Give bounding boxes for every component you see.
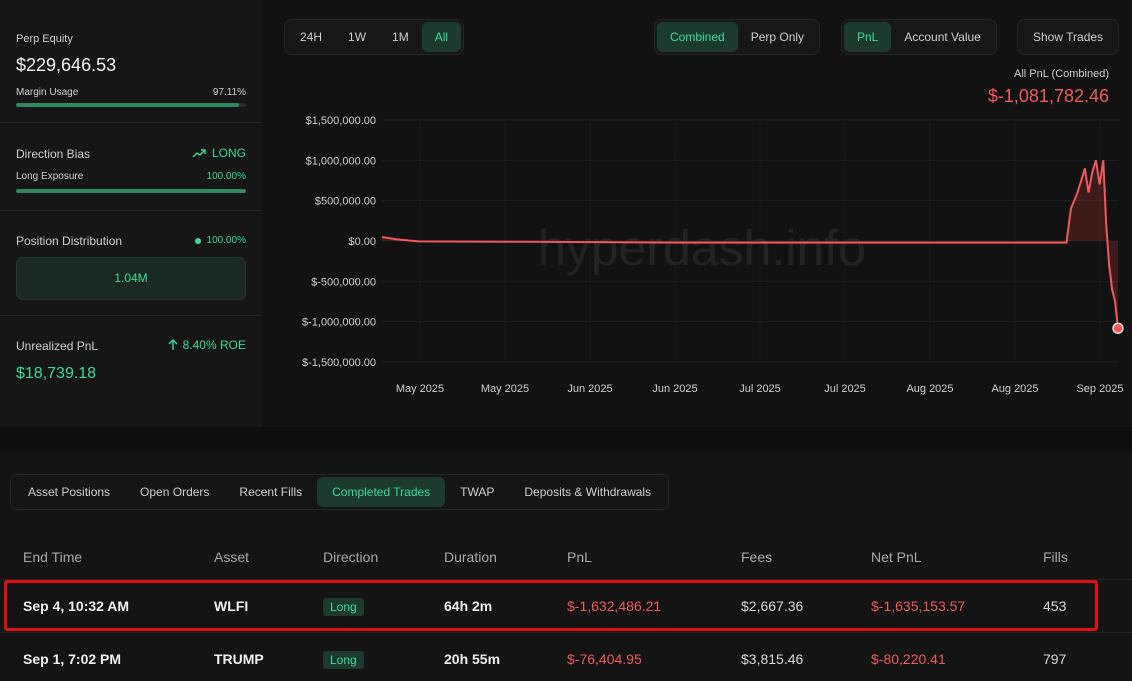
perp-equity-value: $229,646.53 xyxy=(16,55,117,75)
arrow-up-icon xyxy=(168,339,178,350)
tab-open-orders[interactable]: Open Orders xyxy=(125,477,224,507)
unrealized-roe-indicator: 8.40% ROE xyxy=(168,338,246,352)
timeframe-1m-button[interactable]: 1M xyxy=(379,22,422,52)
cell-fees: $3,815.46 xyxy=(741,651,804,667)
pnl-button[interactable]: PnL xyxy=(844,22,892,52)
long-exposure-bar xyxy=(16,189,246,193)
x-tick-label: Jul 2025 xyxy=(824,383,866,395)
header-net-pnl[interactable]: Net PnL xyxy=(871,549,922,565)
tab-twap[interactable]: TWAP xyxy=(445,477,509,507)
x-tick-label: Jun 2025 xyxy=(567,383,612,395)
green-dot-icon xyxy=(194,237,201,244)
header-duration[interactable]: Duration xyxy=(444,549,497,565)
y-tick-label: $1,000,000.00 xyxy=(306,155,376,167)
account-value-button[interactable]: Account Value xyxy=(891,22,994,52)
metric-toggle: PnL Account Value xyxy=(841,19,997,55)
header-asset[interactable]: Asset xyxy=(214,549,249,565)
unrealized-roe-value: 8.40% ROE xyxy=(182,338,246,352)
trending-up-icon xyxy=(192,149,206,158)
pnl-chart[interactable]: $1,500,000.00 $1,000,000.00 $500,000.00 $0.… xyxy=(262,100,1132,410)
tab-recent-fills[interactable]: Recent Fills xyxy=(224,477,317,507)
row-divider xyxy=(0,632,1132,633)
cell-duration: 20h 55m xyxy=(444,651,501,667)
position-distribution-bar[interactable]: 1.04M xyxy=(16,257,246,300)
position-distribution-label: Position Distribution xyxy=(16,234,123,248)
tab-deposits-withdrawals[interactable]: Deposits & Withdrawals xyxy=(509,477,666,507)
table-row[interactable]: Sep 1, 7:02 PM TRUMP Long 20h 55m $-76,4… xyxy=(0,634,1132,681)
pnl-end-point xyxy=(1112,322,1124,334)
tab-completed-trades[interactable]: Completed Trades xyxy=(317,477,446,507)
y-tick-label: $-1,000,000.00 xyxy=(302,317,376,329)
direction-bias-indicator: LONG xyxy=(192,146,246,160)
unrealized-pnl-card: Unrealized PnL 8.40% ROE $18,739.18 xyxy=(0,316,262,427)
position-distribution-card: Position Distribution 100.00% 1.04M xyxy=(0,211,262,316)
header-direction[interactable]: Direction xyxy=(323,549,378,565)
show-trades-toggle: Show Trades xyxy=(1017,19,1120,55)
timeframe-all-button[interactable]: All xyxy=(421,22,462,52)
header-fills[interactable]: Fills xyxy=(1043,549,1068,565)
account-summary-panel: Perp Equity $229,646.53 Margin Usage 97.… xyxy=(0,0,262,427)
combined-button[interactable]: Combined xyxy=(657,22,738,52)
margin-usage-bar xyxy=(16,103,246,107)
cell-direction: Long xyxy=(323,634,364,681)
highlight-box xyxy=(4,580,1098,631)
show-trades-button[interactable]: Show Trades xyxy=(1020,22,1116,52)
cell-fills: 797 xyxy=(1043,651,1067,667)
chart-header-label: All PnL (Combined) xyxy=(1014,68,1109,80)
timeframe-24h-button[interactable]: 24H xyxy=(287,22,335,52)
cell-end-time: Sep 1, 7:02 PM xyxy=(23,651,122,667)
direction-bias-value: LONG xyxy=(211,146,246,160)
scope-toggle: Combined Perp Only xyxy=(654,19,821,55)
x-tick-label: May 2025 xyxy=(396,383,444,395)
y-tick-label: $0.00 xyxy=(348,236,376,248)
x-tick-label: Jun 2025 xyxy=(652,383,697,395)
watermark: hyperdash.info xyxy=(538,220,866,276)
y-tick-label: $-500,000.00 xyxy=(311,276,376,288)
margin-usage-bar-fill xyxy=(16,103,240,107)
direction-bias-label: Direction Bias xyxy=(16,147,91,161)
timeframe-1w-button[interactable]: 1W xyxy=(335,22,379,52)
cell-asset[interactable]: TRUMP xyxy=(214,634,264,681)
x-tick-label: Sep 2025 xyxy=(1076,383,1123,395)
position-distribution-value: 100.00% xyxy=(206,235,246,246)
margin-usage-label: Margin Usage xyxy=(16,87,79,98)
y-tick-label: $1,500,000.00 xyxy=(306,115,376,127)
y-tick-label: $-1,500,000.00 xyxy=(302,357,376,369)
cell-net-pnl: $-80,220.41 xyxy=(871,651,946,667)
x-tick-label: May 2025 xyxy=(481,383,529,395)
margin-usage-value: 97.11% xyxy=(212,87,246,98)
header-end-time[interactable]: End Time xyxy=(23,549,82,565)
timeframe-selector: 24H 1W 1M All xyxy=(284,19,465,55)
unrealized-pnl-label: Unrealized PnL xyxy=(16,339,99,353)
position-distribution-indicator: 100.00% xyxy=(194,235,246,246)
x-tick-label: Jul 2025 xyxy=(739,383,781,395)
tab-asset-positions[interactable]: Asset Positions xyxy=(13,477,125,507)
direction-badge: Long xyxy=(323,651,364,670)
y-tick-label: $500,000.00 xyxy=(315,196,376,208)
cell-pnl: $-76,404.95 xyxy=(567,651,642,667)
direction-bias-card: Direction Bias LONG Long Exposure 100.00… xyxy=(0,123,262,211)
section-divider xyxy=(0,427,1132,451)
header-fees[interactable]: Fees xyxy=(741,549,772,565)
long-exposure-label: Long Exposure xyxy=(16,171,84,182)
table-tabs: Asset Positions Open Orders Recent Fills… xyxy=(10,474,670,510)
x-tick-label: Aug 2025 xyxy=(906,383,953,395)
perp-only-button[interactable]: Perp Only xyxy=(738,22,817,52)
header-pnl[interactable]: PnL xyxy=(567,549,592,565)
x-tick-label: Aug 2025 xyxy=(991,383,1038,395)
long-exposure-bar-fill xyxy=(16,189,246,193)
position-distribution-bar-text: 1.04M xyxy=(114,271,148,285)
perp-equity-card: Perp Equity $229,646.53 Margin Usage 97.… xyxy=(0,0,262,123)
unrealized-pnl-value: $18,739.18 xyxy=(16,365,97,382)
perp-equity-label: Perp Equity xyxy=(16,33,73,45)
long-exposure-value: 100.00% xyxy=(206,171,246,182)
